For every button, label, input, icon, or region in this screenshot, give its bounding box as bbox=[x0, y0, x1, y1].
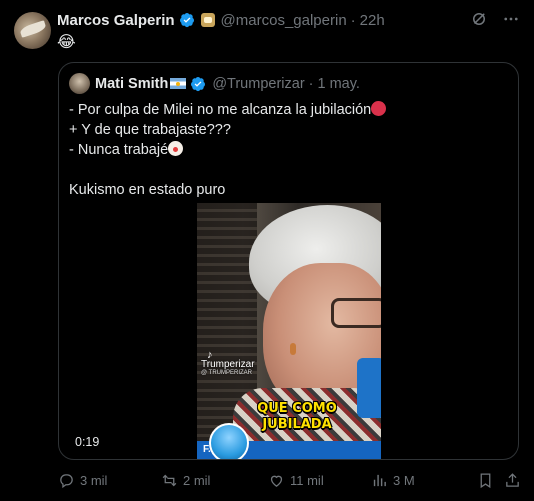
quoted-line-2: + Y de que trabajaste??? bbox=[69, 122, 231, 138]
quoted-line-3: - Nunca trabajé bbox=[69, 142, 169, 158]
quoted-author-name[interactable]: Mati Smith bbox=[95, 76, 168, 92]
profile-badge-icon bbox=[200, 13, 215, 27]
reply-count: 3 mil bbox=[80, 473, 108, 488]
repost-count: 2 mil bbox=[183, 473, 211, 488]
post-top-actions bbox=[470, 10, 520, 28]
video-watermark: Trumperizar @ TRUMPERIZAR bbox=[201, 359, 255, 376]
quoted-header: Mati Smith @Trumperizar · 1 may. bbox=[69, 73, 360, 94]
watermark-name: Trumperizar bbox=[201, 359, 255, 370]
video-player[interactable]: ♪ Trumperizar @ TRUMPERIZAR QUE COMO JUBIL… bbox=[197, 203, 381, 459]
watermark-sub: @ TRUMPERIZAR bbox=[201, 370, 252, 376]
verified-icon bbox=[191, 76, 206, 91]
quoted-text: - Por culpa de Milei no me alcanza la ju… bbox=[69, 100, 387, 200]
quoted-time[interactable]: 1 may. bbox=[318, 76, 360, 92]
bookmark-button[interactable] bbox=[477, 472, 494, 489]
reply-button[interactable]: 3 mil bbox=[58, 472, 107, 489]
share-icon bbox=[506, 473, 519, 487]
post[interactable]: Marcos Galperin @marcos_galperin · 22h 😂… bbox=[0, 0, 534, 501]
microphone bbox=[357, 358, 381, 418]
earring bbox=[290, 343, 296, 355]
post-header: Marcos Galperin @marcos_galperin · 22h bbox=[57, 11, 385, 29]
like-count: 11 mil bbox=[290, 473, 324, 488]
dot-separator: · bbox=[308, 75, 314, 92]
angry-emoji-icon bbox=[371, 101, 387, 116]
grok-icon[interactable] bbox=[470, 10, 488, 28]
like-icon bbox=[270, 475, 283, 487]
repost-icon bbox=[162, 474, 177, 487]
more-icon[interactable] bbox=[502, 10, 520, 28]
argentina-flag-icon bbox=[170, 78, 187, 89]
author-handle[interactable]: @marcos_galperin bbox=[221, 12, 347, 29]
views-button[interactable]: 3 M bbox=[371, 472, 415, 489]
action-bar: 3 mil 2 mil 11 mil 3 M bbox=[58, 472, 523, 492]
clown-emoji-icon bbox=[168, 141, 184, 156]
author-name[interactable]: Marcos Galperin bbox=[57, 12, 175, 29]
video-caption: QUE COMO JUBILADA bbox=[247, 401, 347, 433]
verified-icon bbox=[179, 13, 194, 28]
quoted-avatar[interactable] bbox=[69, 73, 90, 94]
share-button[interactable] bbox=[504, 472, 521, 489]
video-duration: 0:19 bbox=[75, 435, 100, 449]
quoted-handle[interactable]: @Trumperizar bbox=[212, 76, 304, 92]
reply-icon bbox=[60, 474, 73, 489]
bookmark-icon bbox=[480, 473, 491, 489]
quoted-line-1: - Por culpa de Milei no me alcanza la ju… bbox=[69, 102, 372, 118]
caption-line-2: JUBILADA bbox=[262, 417, 332, 432]
repost-button[interactable]: 2 mil bbox=[161, 472, 210, 489]
caption-line-1: QUE COMO bbox=[257, 401, 337, 416]
views-count: 3 M bbox=[393, 473, 415, 488]
views-icon bbox=[373, 474, 386, 487]
post-body: 😂 bbox=[57, 34, 76, 51]
like-button[interactable]: 11 mil bbox=[268, 472, 324, 489]
glasses bbox=[331, 298, 381, 328]
sticker-icon bbox=[209, 423, 249, 459]
quoted-line-4: Kukismo en estado puro bbox=[69, 182, 226, 198]
author-avatar[interactable] bbox=[14, 12, 51, 49]
dot-separator: · bbox=[350, 11, 356, 29]
quoted-post[interactable]: Mati Smith @Trumperizar · 1 may. - Por c… bbox=[58, 62, 519, 460]
post-time[interactable]: 22h bbox=[360, 12, 385, 29]
